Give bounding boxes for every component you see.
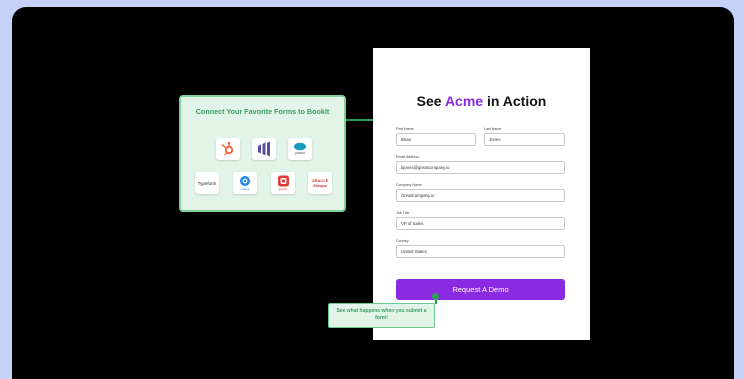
job-title-field[interactable]: VP of Sales [396, 217, 565, 230]
country-field[interactable]: United States [396, 245, 565, 258]
marketo-tile[interactable] [252, 138, 276, 160]
form-title-prefix: See [416, 93, 445, 109]
oracle-eloqua-icon: ORACLE Eloqua [311, 178, 329, 188]
last-name-label: Last Name [484, 127, 502, 131]
pardot-label: pardot [295, 151, 305, 155]
eloqua-label: eloqua [240, 186, 250, 191]
eloqua-tile[interactable]: eloqua [233, 172, 257, 194]
demo-form: See Acme in Action First Name Brian Last… [373, 48, 590, 340]
typeform-icon: Typeform [197, 180, 217, 186]
hubspot-tile[interactable] [216, 138, 240, 160]
email-field[interactable]: bjones@greatcompany.io [396, 161, 565, 174]
integrations-card-title: Connect Your Favorite Forms to BookIt [195, 107, 330, 116]
gravity-forms-icon [277, 175, 289, 186]
last-name-field[interactable]: Jones [484, 133, 565, 146]
first-name-field[interactable]: Brian [396, 133, 476, 146]
integrations-card: Connect Your Favorite Forms to BookIt pa… [179, 95, 346, 212]
submit-hint-tooltip: See what happens when you submit a form! [328, 303, 435, 328]
gravity-tile[interactable]: gravity [271, 172, 295, 194]
gravity-label: gravity [278, 186, 288, 191]
form-title: See Acme in Action [373, 93, 590, 109]
company-field[interactable]: GreatCompany.io [396, 189, 565, 202]
eloqua-icon [240, 175, 250, 186]
email-label: Email Address [396, 155, 419, 159]
oracle-eloqua-tile[interactable]: ORACLE Eloqua [308, 172, 332, 194]
marketo-icon [258, 141, 270, 157]
tooltip-pointer-dot [432, 293, 439, 300]
pardot-tile[interactable]: pardot [288, 138, 312, 160]
hubspot-icon [221, 141, 234, 156]
job-title-label: Job Title [396, 211, 410, 215]
form-title-brand: Acme [444, 93, 484, 109]
first-name-label: First Name [396, 127, 414, 131]
request-demo-button[interactable]: Request A Demo [396, 279, 565, 300]
typeform-tile[interactable]: Typeform [195, 172, 219, 194]
company-label: Company Name [396, 183, 422, 187]
form-title-suffix: in Action [483, 93, 547, 109]
salesforce-pardot-icon [294, 142, 306, 151]
country-label: Country [396, 239, 409, 243]
